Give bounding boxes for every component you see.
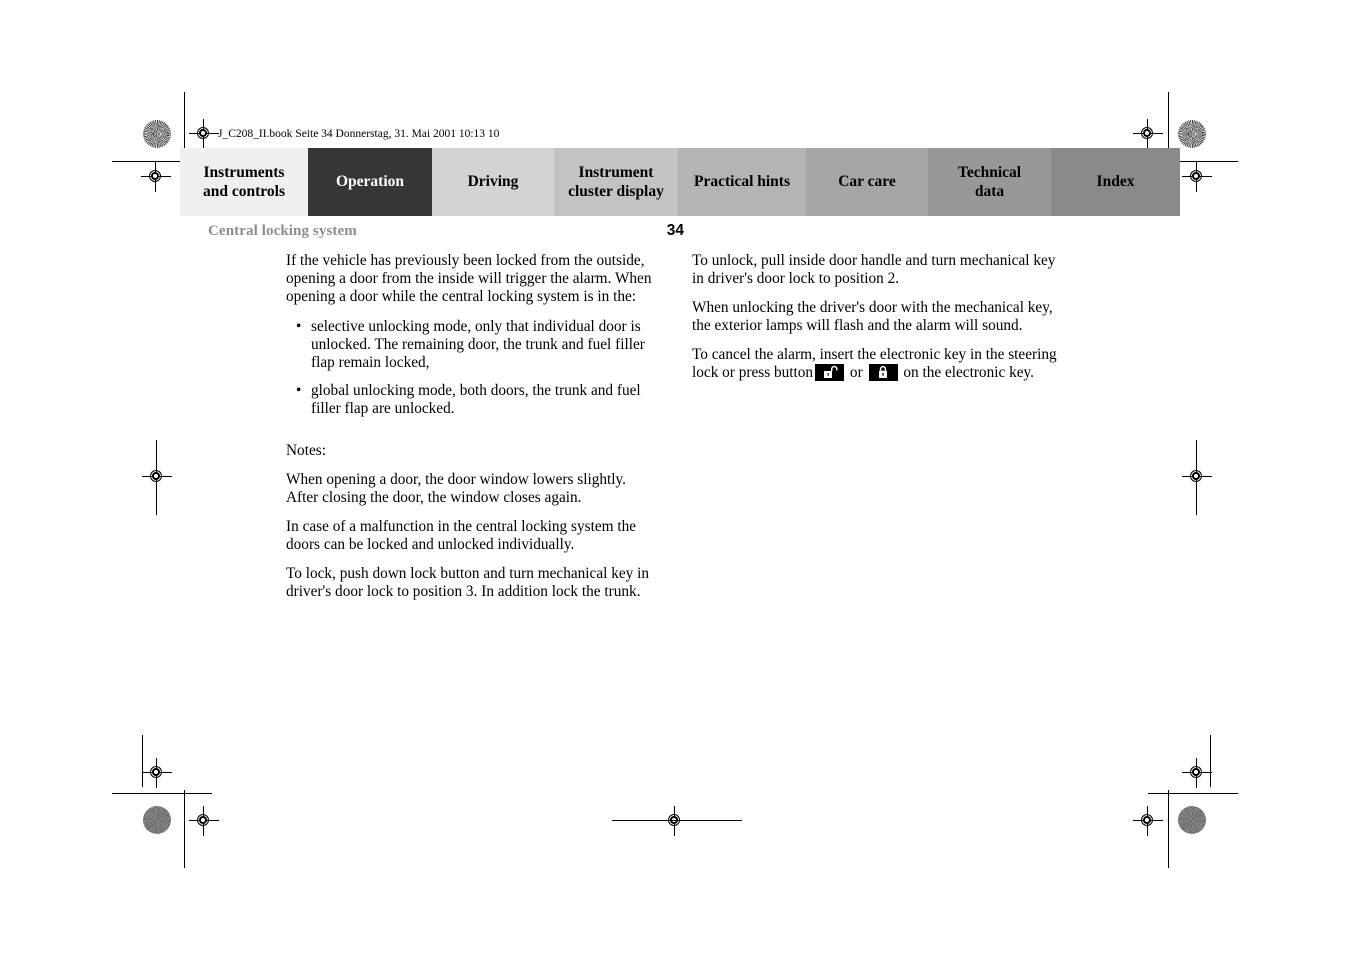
paragraph-intro: If the vehicle has previously been locke…	[286, 252, 652, 305]
paragraph-note-2: In case of a malfunction in the central …	[286, 517, 637, 553]
registration-target-bottom-left-upper	[142, 758, 172, 788]
unlocking-modes-list: • selective unlocking mode, only that in…	[286, 318, 658, 419]
unlock-padlock-icon	[815, 363, 845, 381]
registration-target-top-left-upper	[189, 119, 219, 149]
trim-line-right-bottom	[1168, 790, 1169, 868]
chapter-tab-bar: Instruments and controls Operation Drivi…	[180, 148, 1180, 216]
tab-label-line1: Driving	[467, 173, 519, 191]
print-density-starburst-bottom-right	[1178, 806, 1206, 834]
bullet-icon: •	[296, 382, 302, 400]
bullet-icon: •	[296, 317, 302, 335]
list-item: • selective unlocking mode, only that in…	[286, 318, 658, 372]
body-column-left: If the vehicle has previously been locke…	[286, 252, 658, 612]
registration-target-top-left-lower	[141, 162, 171, 192]
registration-target-bottom-right-lower	[1133, 806, 1163, 836]
tab-label-line1: Operation	[335, 173, 405, 191]
registration-target-bottom-right-upper	[1182, 758, 1212, 788]
tab-label-line1: Practical hints	[694, 173, 790, 191]
paragraph-unlock-instructions: To unlock, pull inside door handle and t…	[692, 252, 1056, 287]
file-info-line: J_C208_II.book Seite 34 Donnerstag, 31. …	[218, 128, 500, 140]
print-density-starburst-bottom-left	[143, 806, 171, 834]
print-density-starburst-top-right	[1178, 120, 1206, 148]
cancel-alarm-text-after: on the electronic key.	[903, 363, 1035, 381]
paragraph-note-3: To lock, push down lock button and turn …	[286, 564, 650, 600]
tab-instrument-cluster-display[interactable]: Instrument cluster display	[554, 148, 678, 216]
paragraph-note-1: When opening a door, the door window low…	[286, 471, 626, 507]
registration-target-top-right-lower	[1182, 162, 1212, 192]
manual-page: J_C208_II.book Seite 34 Donnerstag, 31. …	[0, 0, 1351, 954]
paragraph-unlock-alarm-behavior: When unlocking the driver's door with th…	[692, 298, 1053, 334]
tab-label-line1: Technical	[957, 163, 1022, 181]
tab-index[interactable]: Index	[1051, 148, 1180, 216]
trim-line-bottom-left	[112, 793, 212, 794]
registration-target-mid-left	[142, 462, 172, 492]
list-item: • global unlocking mode, both doors, the…	[286, 382, 658, 418]
tab-practical-hints[interactable]: Practical hints	[678, 148, 806, 216]
tab-driving[interactable]: Driving	[432, 148, 554, 216]
tab-label-line1: Car care	[838, 173, 896, 191]
notes-label: Notes:	[286, 442, 326, 460]
tab-label-line1: Instrument	[578, 163, 654, 181]
registration-target-top-right-upper	[1133, 119, 1163, 149]
body-column-right: To unlock, pull inside door handle and t…	[692, 252, 1064, 392]
registration-target-bottom-left-lower	[189, 806, 219, 836]
tab-car-care[interactable]: Car care	[806, 148, 928, 216]
trim-line-bottom-right	[1148, 793, 1238, 794]
tab-label-line1: Index	[1096, 173, 1135, 191]
tab-label-line2: and controls	[203, 183, 285, 200]
tab-label-line1: Instruments	[203, 163, 285, 181]
print-density-starburst-top-left	[143, 120, 171, 148]
tab-technical-data[interactable]: Technical data	[928, 148, 1051, 216]
list-item-text: selective unlocking mode, only that indi…	[311, 317, 645, 371]
trim-line-left-bottom	[184, 790, 185, 868]
cancel-alarm-conjunction: or	[849, 363, 863, 381]
registration-target-bottom-center	[660, 806, 690, 836]
tab-instruments-and-controls[interactable]: Instruments and controls	[180, 148, 308, 216]
registration-target-mid-right	[1182, 462, 1212, 492]
tab-label-line2: cluster display	[568, 183, 664, 200]
paragraph-cancel-alarm: To cancel the alarm, insert the electron…	[692, 346, 1064, 382]
trim-line-bottom-center	[612, 820, 742, 821]
running-head-section-title: Central locking system	[208, 223, 357, 239]
lock-padlock-icon	[868, 363, 898, 381]
tab-operation[interactable]: Operation	[308, 148, 432, 216]
tab-label-line2: data	[974, 183, 1005, 200]
list-item-text: global unlocking mode, both doors, the t…	[311, 382, 641, 418]
page-number: 34	[666, 222, 684, 239]
